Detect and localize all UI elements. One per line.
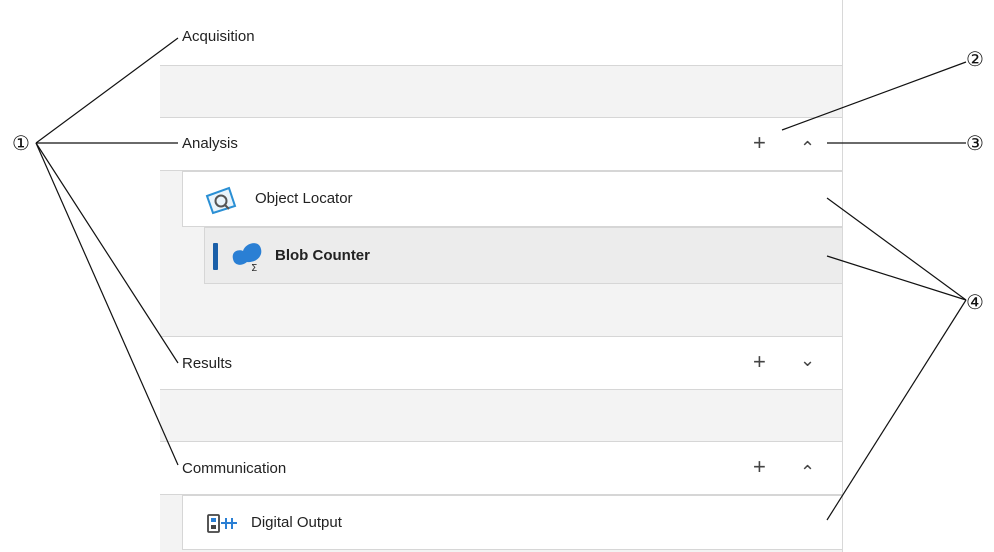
callout-1: ① — [12, 131, 30, 155]
callout-leader-lines — [35, 37, 967, 521]
leader-2-add — [781, 61, 967, 131]
callout-2: ② — [966, 47, 984, 71]
leader-4-blob-counter — [826, 255, 967, 301]
leader-1-communication — [35, 142, 179, 466]
leader-1-results — [35, 142, 179, 364]
leader-4-object-locator — [826, 197, 967, 301]
leader-4-digital-output — [826, 299, 967, 521]
leader-1-acquisition — [35, 37, 179, 144]
callout-4: ④ — [966, 290, 984, 314]
callout-3: ③ — [966, 131, 984, 155]
